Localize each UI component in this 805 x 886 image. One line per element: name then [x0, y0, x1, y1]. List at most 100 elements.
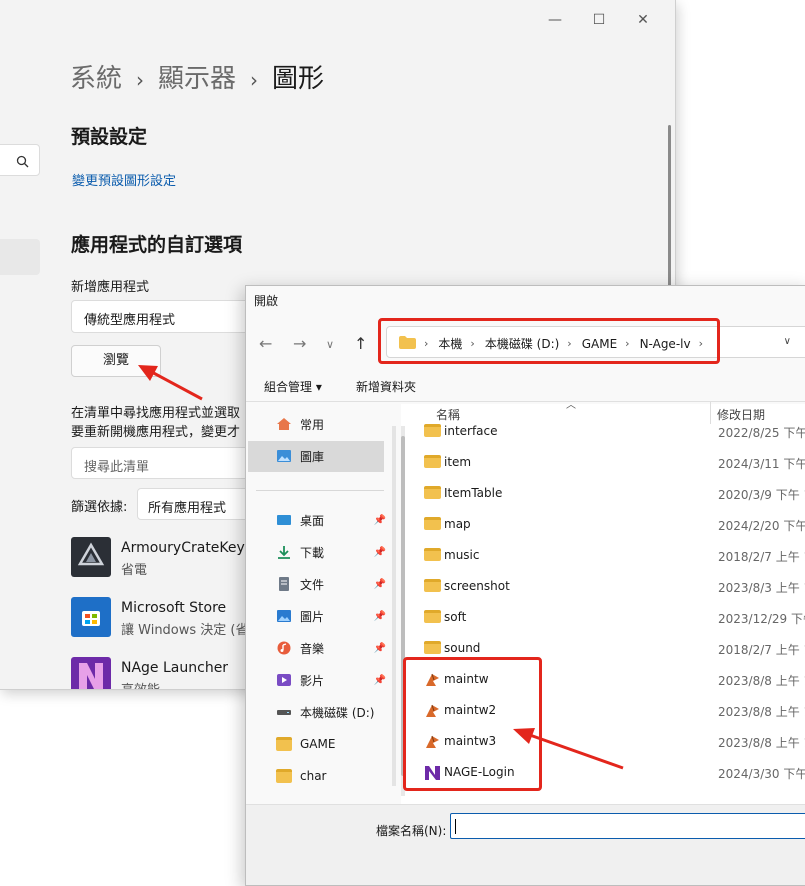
new-folder-button[interactable]: 新增資料夾: [356, 378, 416, 395]
organize-menu[interactable]: 組合管理 ▾: [264, 378, 322, 395]
nav-item-label: 下載: [300, 545, 325, 560]
nav-item-local-disk[interactable]: 本機磁碟 (D:): [276, 697, 394, 727]
file-name: item: [444, 455, 472, 469]
open-file-dialog: 開啟 ← → ∨ ↑ › 本機 › 本機磁碟 (D:) › GAME › N-A…: [245, 285, 805, 886]
nav-item-music[interactable]: 音樂 📌: [276, 633, 386, 663]
file-name: interface: [444, 424, 498, 438]
video-icon: [276, 673, 292, 687]
app-name: NAge Launcher: [121, 660, 229, 676]
pin-icon[interactable]: 📌: [374, 611, 386, 622]
app-list-item[interactable]: NAge Launcher 高效能: [71, 657, 261, 689]
file-row[interactable]: ItemTable 2020/3/9 下午 1: [422, 480, 805, 508]
folder-icon: [424, 486, 441, 499]
file-name: music: [444, 548, 480, 562]
document-icon: [276, 577, 292, 591]
nav-item-char[interactable]: char: [276, 761, 386, 791]
close-icon[interactable]: ✕: [621, 6, 665, 34]
folder-icon: [424, 579, 441, 592]
nav-item-label: char: [300, 769, 327, 783]
pin-icon[interactable]: 📌: [374, 675, 386, 686]
browse-button[interactable]: 瀏覽: [71, 345, 161, 377]
file-row[interactable]: screenshot 2023/8/3 上午 1: [422, 573, 805, 601]
breadcrumb-graphics: 圖形: [272, 64, 325, 94]
nav-scrollbar[interactable]: [392, 426, 396, 786]
file-row[interactable]: music 2018/2/7 上午 1: [422, 542, 805, 570]
exe-files-highlight-box: [403, 657, 542, 791]
section-custom-title: 應用程式的自訂選項: [71, 234, 243, 256]
app-type-dropdown[interactable]: 傳統型應用程式: [71, 300, 261, 333]
file-row[interactable]: item 2024/3/11 下午: [422, 449, 805, 477]
music-icon: [276, 641, 292, 655]
nav-item-desktop[interactable]: 桌面 📌: [276, 505, 386, 535]
app-list-description: 在清單中尋找應用程式並選取 要重新開機應用程式，變更才: [71, 404, 251, 442]
back-arrow-icon[interactable]: ←: [259, 334, 272, 353]
filename-input[interactable]: [450, 813, 805, 839]
filter-label: 篩選依據:: [71, 500, 128, 515]
change-default-graphics-link[interactable]: 變更預設圖形設定: [72, 170, 176, 189]
folder-icon: [424, 610, 441, 623]
description-line: 要重新開機應用程式，變更才: [71, 425, 241, 440]
app-list-item[interactable]: ArmouryCrateKeyCo 省電: [71, 537, 263, 579]
filter-dropdown[interactable]: 所有應用程式: [137, 488, 257, 520]
breadcrumb-display[interactable]: 顯示器: [158, 64, 236, 94]
file-date: 2024/2/20 下午: [718, 519, 805, 533]
breadcrumb-system[interactable]: 系統: [70, 64, 122, 94]
app-name: Microsoft Store: [121, 600, 227, 616]
address-highlight-box: [378, 318, 720, 364]
minimize-icon[interactable]: —: [533, 6, 577, 34]
nav-item-documents[interactable]: 文件 📌: [276, 569, 386, 599]
forward-arrow-icon[interactable]: →: [293, 334, 306, 353]
section-default-title: 預設設定: [71, 126, 148, 148]
chevron-right-icon: ›: [136, 68, 145, 92]
pin-icon[interactable]: 📌: [374, 643, 386, 654]
picture-icon: [276, 609, 292, 623]
chevron-down-icon[interactable]: ∨: [784, 336, 791, 347]
search-icon: [16, 153, 29, 172]
folder-icon: [276, 769, 292, 783]
folder-icon: [424, 641, 441, 654]
nav-item-pictures[interactable]: 圖片 📌: [276, 601, 386, 631]
file-row[interactable]: map 2024/2/20 下午: [422, 511, 805, 539]
pin-icon[interactable]: 📌: [374, 515, 386, 526]
file-date: 2023/8/8 上午 1: [718, 674, 805, 688]
folder-icon: [424, 455, 441, 468]
pin-icon[interactable]: 📌: [374, 579, 386, 590]
home-icon: [276, 417, 292, 431]
sort-chevron-up-icon[interactable]: ︿: [566, 396, 576, 411]
nav-item-game[interactable]: GAME: [276, 729, 386, 759]
settings-scrollbar[interactable]: [668, 125, 671, 295]
file-name: soft: [444, 610, 467, 624]
file-date: 2024/3/30 下午: [718, 767, 805, 781]
nav-item-label: 圖片: [300, 609, 325, 624]
app-gpu-preference: 高效能: [121, 679, 160, 689]
nav-item-videos[interactable]: 影片 📌: [276, 665, 386, 695]
file-date: 2022/8/25 下午: [718, 426, 805, 440]
sidebar-selected-item[interactable]: [0, 239, 40, 275]
breadcrumb: 系統 › 顯示器 › 圖形: [70, 58, 324, 95]
file-date: 2020/3/9 下午 1: [718, 488, 805, 502]
app-list-search-input[interactable]: 搜尋此清單: [71, 447, 261, 479]
armoury-crate-icon: [71, 537, 111, 577]
dialog-toolbar: 組合管理 ▾ 新增資料夾: [246, 370, 805, 402]
nav-item-label: 圖庫: [300, 449, 325, 464]
file-row[interactable]: soft 2023/12/29 下午: [422, 604, 805, 632]
app-list-item[interactable]: Microsoft Store 讓 Windows 決定 (省: [71, 597, 261, 639]
dialog-title: 開啟: [254, 294, 279, 308]
nav-item-gallery[interactable]: 圖庫: [276, 441, 386, 471]
file-date: 2018/2/7 上午 1: [718, 550, 805, 564]
nav-item-label: 本機磁碟 (D:): [300, 705, 375, 720]
pin-icon[interactable]: 📌: [374, 547, 386, 558]
nav-item-label: 文件: [300, 577, 325, 592]
up-arrow-icon[interactable]: ↑: [354, 334, 367, 353]
dialog-footer: 檔案名稱(N):: [246, 804, 805, 885]
file-row[interactable]: interface 2022/8/25 下午: [422, 418, 805, 446]
maximize-icon[interactable]: ☐: [577, 6, 621, 34]
recent-locations-chevron-icon[interactable]: ∨: [326, 338, 334, 351]
nav-item-home[interactable]: 常用: [276, 409, 386, 439]
nav-item-label: 常用: [300, 417, 325, 432]
settings-search-box[interactable]: [0, 144, 40, 176]
nav-item-downloads[interactable]: 下載 📌: [276, 537, 386, 567]
nav-item-label: 音樂: [300, 641, 325, 656]
file-date: 2023/8/3 上午 1: [718, 581, 805, 595]
add-app-label: 新增應用程式: [71, 280, 150, 295]
